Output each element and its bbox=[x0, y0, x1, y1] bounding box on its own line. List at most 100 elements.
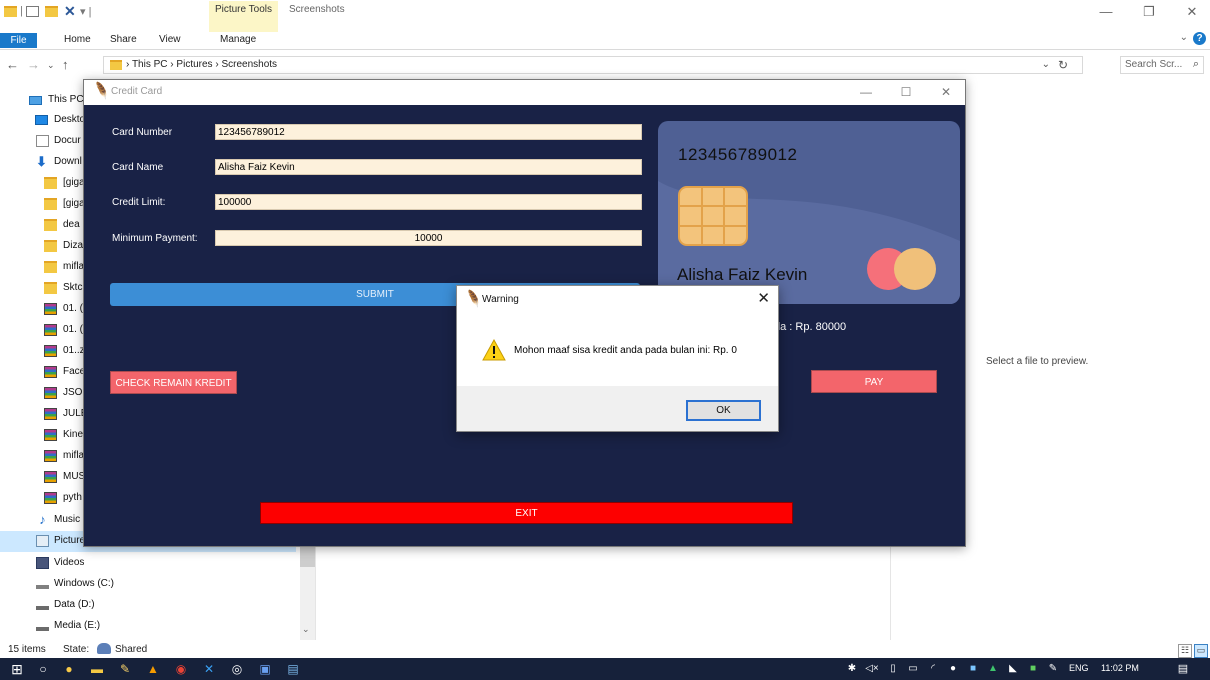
drive-icon bbox=[36, 625, 49, 631]
tab-view[interactable]: View bbox=[159, 34, 181, 45]
nav-item-drive-e[interactable]: Media (E:) bbox=[0, 616, 296, 637]
card-number-input[interactable] bbox=[215, 124, 642, 140]
close-button[interactable]: ✕ bbox=[936, 85, 956, 99]
recent-dropdown-icon[interactable]: ⌄ bbox=[47, 60, 55, 71]
minimize-button[interactable]: — bbox=[1091, 4, 1121, 19]
maximize-button[interactable]: ❐ bbox=[1134, 4, 1164, 20]
folder-icon bbox=[44, 240, 57, 252]
up-arrow-icon[interactable]: ↑ bbox=[62, 57, 69, 72]
nav-label: Music bbox=[54, 514, 81, 525]
python-app-icon[interactable]: ▤ bbox=[286, 662, 300, 676]
minimum-payment-input[interactable] bbox=[215, 230, 642, 246]
file-explorer-icon[interactable]: ▬ bbox=[90, 662, 104, 676]
nav-item-drive-d[interactable]: Data (D:) bbox=[0, 595, 296, 616]
address-dropdown-icon[interactable]: ⌄ bbox=[1042, 59, 1050, 70]
nav-label: [giga bbox=[63, 177, 85, 188]
address-bar[interactable]: › This PC › Pictures › Screenshots ⌄ ↻ bbox=[103, 56, 1083, 74]
address-row: ← → ⌄ ↑ › This PC › Pictures › Screensho… bbox=[0, 54, 1210, 78]
new-folder-icon[interactable] bbox=[45, 6, 58, 17]
back-arrow-icon[interactable]: ← bbox=[6, 57, 19, 72]
tab-manage[interactable]: Manage bbox=[220, 34, 256, 45]
wifi-icon[interactable]: ◜ bbox=[926, 662, 940, 676]
maximize-button[interactable]: ☐ bbox=[896, 85, 916, 99]
details-view-icon[interactable]: ☷ bbox=[1178, 644, 1192, 658]
picture-tools-context: Picture Tools bbox=[209, 1, 278, 32]
nav-label: Downl bbox=[54, 156, 82, 167]
archive-icon bbox=[44, 450, 57, 462]
tab-home[interactable]: Home bbox=[64, 34, 91, 45]
notification-icon[interactable]: ▤ bbox=[1176, 662, 1190, 676]
close-button[interactable]: ✕ bbox=[1177, 4, 1207, 20]
refresh-icon[interactable]: ↻ bbox=[1058, 58, 1068, 72]
properties-icon[interactable] bbox=[26, 6, 39, 17]
picture-tools-label: Picture Tools bbox=[214, 4, 273, 15]
folder-icon[interactable] bbox=[4, 6, 17, 17]
archive-icon bbox=[44, 471, 57, 483]
bluetooth-icon[interactable]: ✱ bbox=[845, 662, 859, 676]
search-input[interactable]: Search Scr... ⌕ bbox=[1120, 56, 1204, 74]
breadcrumb-pictures[interactable]: Pictures bbox=[176, 59, 212, 70]
cortana-icon[interactable]: ● bbox=[62, 662, 76, 676]
videos-icon bbox=[36, 557, 49, 569]
chrome-icon[interactable]: ◉ bbox=[174, 662, 188, 676]
minimize-button[interactable]: — bbox=[856, 85, 876, 99]
breadcrumb-screenshots[interactable]: Screenshots bbox=[221, 59, 277, 70]
archive-icon bbox=[44, 324, 57, 336]
dialog-close-icon[interactable]: ✕ bbox=[757, 289, 770, 307]
minimum-payment-label: Minimum Payment: bbox=[112, 233, 198, 244]
card-name-input[interactable] bbox=[215, 159, 642, 175]
check-remain-kredit-button[interactable]: CHECK REMAIN KREDIT bbox=[110, 371, 237, 394]
tray-app-icon[interactable]: ◣ bbox=[1006, 662, 1020, 676]
search-icon[interactable]: ○ bbox=[36, 662, 50, 676]
language-indicator[interactable]: ENG bbox=[1069, 663, 1089, 673]
clock[interactable]: 11:02 PM bbox=[1101, 663, 1139, 673]
scroll-down-icon[interactable]: ⌄ bbox=[302, 624, 310, 635]
pay-button[interactable]: PAY bbox=[811, 370, 937, 393]
credit-limit-input[interactable] bbox=[215, 194, 642, 210]
customize-qa-icon[interactable]: ▾ | bbox=[80, 5, 91, 18]
dialog-title: Warning bbox=[482, 294, 519, 305]
tray-app-icon[interactable]: ▲ bbox=[986, 662, 1000, 676]
app-titlebar: 🪶 Credit Card — ☐ ✕ bbox=[84, 80, 965, 105]
tray-app-icon[interactable]: ● bbox=[946, 662, 960, 676]
nav-item-videos[interactable]: Videos bbox=[0, 553, 296, 574]
archive-icon bbox=[44, 387, 57, 399]
tab-file[interactable]: File bbox=[0, 33, 37, 48]
word-icon[interactable]: ▣ bbox=[258, 662, 272, 676]
view-switcher: ☷ ▭ bbox=[1176, 642, 1208, 658]
windows-start-icon[interactable]: ⊞ bbox=[10, 662, 24, 676]
remaining-credit-text: da : Rp. 80000 bbox=[774, 321, 847, 333]
forward-arrow-icon[interactable]: → bbox=[27, 57, 40, 72]
pen-workspace-icon[interactable]: ✎ bbox=[1046, 662, 1060, 676]
folder-icon bbox=[110, 60, 122, 70]
pen-icon[interactable]: ✎ bbox=[118, 662, 132, 676]
app-title: Credit Card bbox=[111, 86, 163, 97]
nav-label: 01. ( bbox=[63, 303, 84, 314]
ok-button[interactable]: OK bbox=[686, 400, 761, 421]
help-icon[interactable]: ? bbox=[1193, 32, 1206, 45]
ribbon-expand-icon[interactable]: ⌄ bbox=[1180, 32, 1188, 43]
nav-item-drive-c[interactable]: Windows (C:) bbox=[0, 574, 296, 595]
large-icons-view-icon[interactable]: ▭ bbox=[1194, 644, 1208, 658]
card-number-display: 123456789012 bbox=[678, 145, 798, 164]
nav-label: This PC bbox=[48, 94, 84, 105]
breadcrumb-sep: › bbox=[126, 59, 130, 70]
shared-label: Shared bbox=[115, 644, 148, 655]
delete-icon[interactable]: ✕ bbox=[64, 4, 77, 18]
breadcrumb-this-pc[interactable]: This PC bbox=[132, 59, 168, 70]
battery-icon[interactable]: ▯ bbox=[886, 662, 900, 676]
nav-label: Docur bbox=[54, 135, 81, 146]
archive-icon bbox=[44, 408, 57, 420]
volume-icon[interactable]: ◁× bbox=[865, 662, 879, 676]
vlc-icon[interactable]: ▲ bbox=[146, 662, 160, 676]
browser-icon[interactable]: ◎ bbox=[230, 662, 244, 676]
network-icon[interactable]: ▭ bbox=[906, 662, 920, 676]
exit-button[interactable]: EXIT bbox=[260, 502, 793, 524]
tab-share[interactable]: Share bbox=[110, 34, 137, 45]
tray-app-icon[interactable]: ■ bbox=[1026, 662, 1040, 676]
nav-label: pyth bbox=[63, 492, 82, 503]
vscode-icon[interactable]: ✕ bbox=[202, 662, 216, 676]
tray-app-icon[interactable]: ■ bbox=[966, 662, 980, 676]
computer-icon bbox=[29, 96, 42, 105]
desktop-icon bbox=[35, 115, 48, 125]
